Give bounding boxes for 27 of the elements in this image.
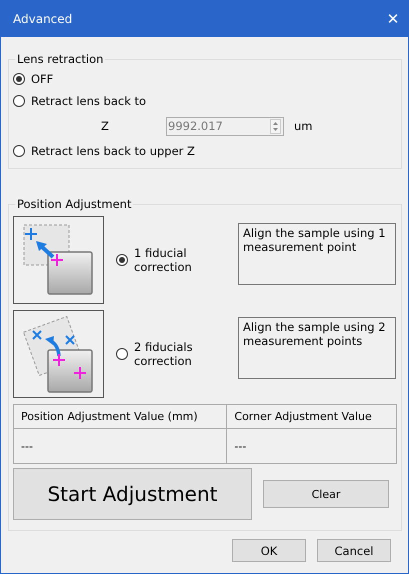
group-title: Position Adjustment [16,197,132,211]
cancel-button[interactable]: Cancel [317,539,391,562]
group-title: Lens retraction [16,52,104,66]
radio-button[interactable] [116,348,128,360]
radio-button[interactable] [13,145,25,157]
option-label[interactable]: 2 fiducials correction [134,340,226,368]
window-title: Advanced [13,12,72,26]
table-cell: --- [14,428,227,464]
option-label[interactable]: 1 fiducial correction [134,246,226,274]
radio-button[interactable] [116,254,128,266]
clear-button[interactable]: Clear [263,480,389,508]
unit-label: um [294,119,312,133]
radio-button[interactable] [13,73,25,85]
start-adjustment-button[interactable]: Start Adjustment [13,468,252,520]
column-header: Corner Adjustment Value [226,404,396,428]
description-box: Align the sample using 2 measurement points [238,317,396,379]
close-button[interactable]: ✕ [378,4,408,34]
spinner-arrows-icon[interactable] [270,118,281,134]
description-box: Align the sample using 1 measurement point [238,223,396,285]
table-cell: --- [226,428,396,464]
radio-button[interactable] [13,95,25,107]
option-label[interactable]: OFF [31,72,54,86]
column-header: Position Adjustment Value (mm) [14,404,227,428]
option-label[interactable]: Retract lens back to [31,94,146,108]
ok-button[interactable]: OK [232,539,306,562]
option-label[interactable]: Retract lens back to upper Z [31,144,195,158]
z-label: Z [101,119,110,133]
